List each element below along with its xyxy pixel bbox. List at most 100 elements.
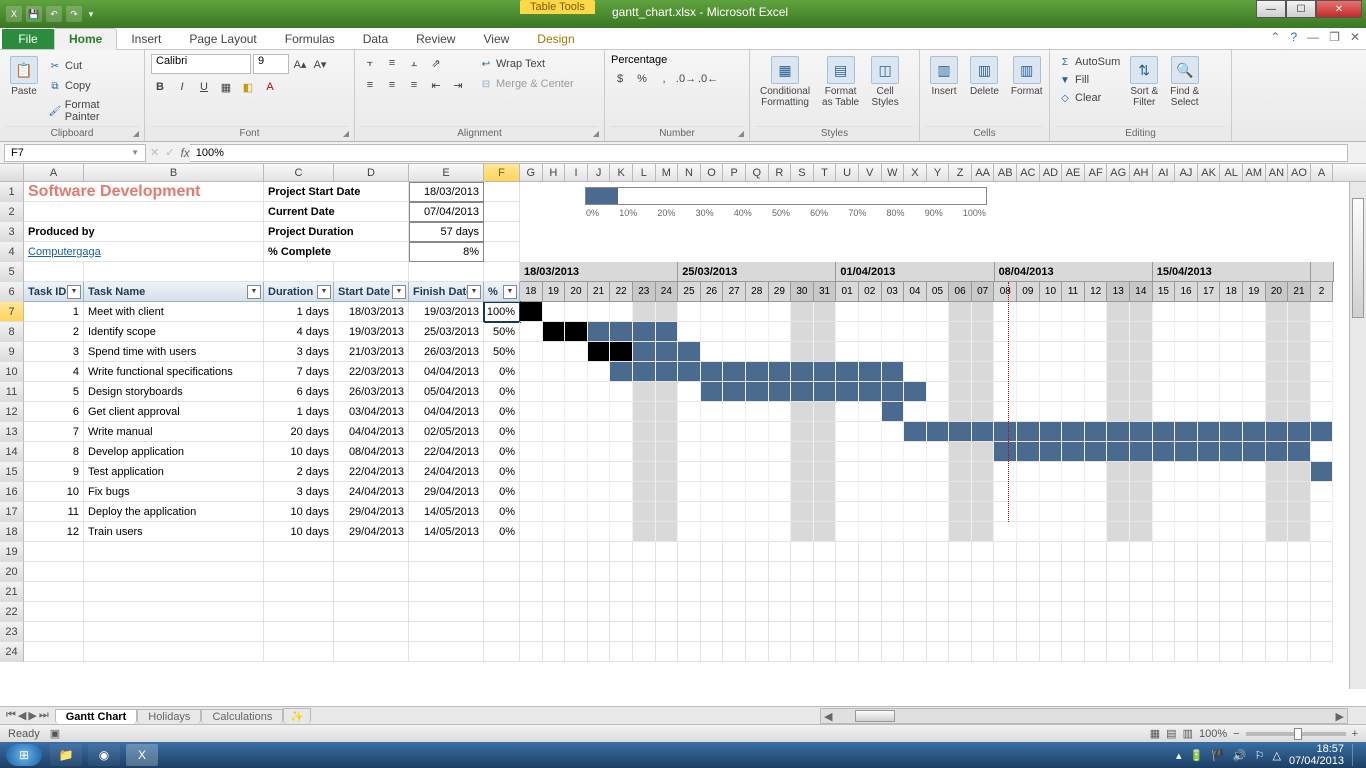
cell[interactable]: Test application [84, 462, 264, 482]
cell[interactable] [264, 582, 334, 602]
cell[interactable] [814, 622, 837, 642]
gantt-cell[interactable] [1311, 362, 1334, 382]
cell[interactable] [769, 562, 792, 582]
gantt-cell[interactable] [1266, 322, 1289, 342]
gantt-cell[interactable] [927, 402, 950, 422]
gantt-cell[interactable] [882, 462, 905, 482]
cell[interactable] [949, 642, 972, 662]
gantt-cell[interactable] [1085, 442, 1108, 462]
minimize-ribbon-icon[interactable]: ⌃ [1270, 30, 1280, 44]
gantt-cell[interactable] [949, 322, 972, 342]
gantt-cell[interactable] [1085, 322, 1108, 342]
cell[interactable] [24, 642, 84, 662]
gantt-cell[interactable] [1017, 302, 1040, 322]
column-header[interactable]: AG [1107, 164, 1130, 181]
prev-sheet-icon[interactable]: ◀ [18, 709, 26, 722]
gantt-cell[interactable] [1243, 522, 1266, 542]
gantt-cell[interactable] [1266, 502, 1289, 522]
gantt-cell[interactable] [678, 382, 701, 402]
cell[interactable] [484, 202, 520, 222]
cell[interactable] [543, 562, 566, 582]
gantt-cell[interactable] [723, 502, 746, 522]
hscroll-thumb[interactable] [855, 710, 895, 722]
bold-button[interactable]: B [151, 78, 169, 96]
gantt-cell[interactable] [1017, 462, 1040, 482]
cell[interactable] [1107, 622, 1130, 642]
gantt-cell[interactable] [814, 462, 837, 482]
gantt-cell[interactable] [746, 422, 769, 442]
cell[interactable] [520, 582, 543, 602]
cell[interactable] [1153, 602, 1176, 622]
gantt-cell[interactable] [1130, 302, 1153, 322]
gantt-cell[interactable] [565, 342, 588, 362]
gantt-cell[interactable] [543, 342, 566, 362]
gantt-cell[interactable] [1017, 482, 1040, 502]
cell[interactable] [1243, 642, 1266, 662]
gantt-cell[interactable] [656, 362, 679, 382]
column-header[interactable]: P [723, 164, 746, 181]
gantt-cell[interactable] [836, 442, 859, 462]
sheet-tab-holidays[interactable]: Holidays [137, 709, 201, 724]
gantt-cell[interactable] [1266, 342, 1289, 362]
gantt-cell[interactable] [859, 342, 882, 362]
gantt-cell[interactable] [1311, 442, 1334, 462]
gantt-cell[interactable] [1288, 422, 1311, 442]
align-middle-icon[interactable]: ≡ [383, 54, 401, 72]
gantt-cell[interactable] [904, 402, 927, 422]
cell[interactable] [723, 602, 746, 622]
format-cells-button[interactable]: ▥Format [1007, 54, 1047, 99]
cell[interactable] [1085, 582, 1108, 602]
cell[interactable] [972, 562, 995, 582]
gantt-cell[interactable] [723, 442, 746, 462]
row-header[interactable]: 17 [0, 502, 24, 522]
gantt-cell[interactable] [1175, 382, 1198, 402]
cell[interactable] [1085, 642, 1108, 662]
gantt-cell[interactable] [678, 302, 701, 322]
cell[interactable] [1266, 602, 1289, 622]
cell[interactable] [836, 542, 859, 562]
gantt-cell[interactable] [1062, 462, 1085, 482]
gantt-cell[interactable] [1288, 502, 1311, 522]
gantt-cell[interactable] [565, 422, 588, 442]
name-box[interactable]: F7▼ [4, 144, 146, 162]
cell[interactable] [723, 582, 746, 602]
gantt-cell[interactable] [610, 302, 633, 322]
cell[interactable] [1288, 602, 1311, 622]
column-header[interactable]: V [859, 164, 882, 181]
gantt-cell[interactable] [882, 342, 905, 362]
gantt-cell[interactable] [859, 442, 882, 462]
gantt-cell[interactable] [678, 322, 701, 342]
volume-icon[interactable]: 🔊 [1233, 749, 1247, 762]
gantt-cell[interactable] [994, 462, 1017, 482]
gantt-cell[interactable] [1130, 362, 1153, 382]
gantt-cell[interactable] [1288, 362, 1311, 382]
cell[interactable] [484, 262, 520, 282]
gantt-cell[interactable] [565, 362, 588, 382]
gantt-cell[interactable] [1040, 362, 1063, 382]
gantt-cell[interactable] [904, 362, 927, 382]
cell[interactable] [814, 562, 837, 582]
cell[interactable] [701, 562, 724, 582]
gantt-cell[interactable] [1130, 382, 1153, 402]
cell[interactable]: 3 [24, 342, 84, 362]
gantt-cell[interactable] [1130, 322, 1153, 342]
gantt-cell[interactable] [610, 422, 633, 442]
row-header[interactable]: 3 [0, 222, 24, 242]
gantt-cell[interactable] [814, 402, 837, 422]
find-select-button[interactable]: 🔍Find & Select [1166, 54, 1203, 110]
gantt-cell[interactable] [972, 402, 995, 422]
cell[interactable] [1107, 582, 1130, 602]
new-sheet-icon[interactable]: ✨ [283, 708, 311, 724]
cell[interactable] [84, 642, 264, 662]
tab-home[interactable]: Home [54, 28, 117, 50]
gantt-cell[interactable] [746, 462, 769, 482]
cell[interactable] [588, 642, 611, 662]
explorer-icon[interactable]: 📁 [50, 744, 82, 766]
gantt-cell[interactable] [520, 522, 543, 542]
column-header[interactable]: AK [1198, 164, 1221, 181]
gantt-cell[interactable] [520, 302, 543, 322]
cell[interactable] [264, 542, 334, 562]
gantt-cell[interactable] [633, 382, 656, 402]
cell[interactable] [814, 642, 837, 662]
gantt-cell[interactable] [814, 382, 837, 402]
